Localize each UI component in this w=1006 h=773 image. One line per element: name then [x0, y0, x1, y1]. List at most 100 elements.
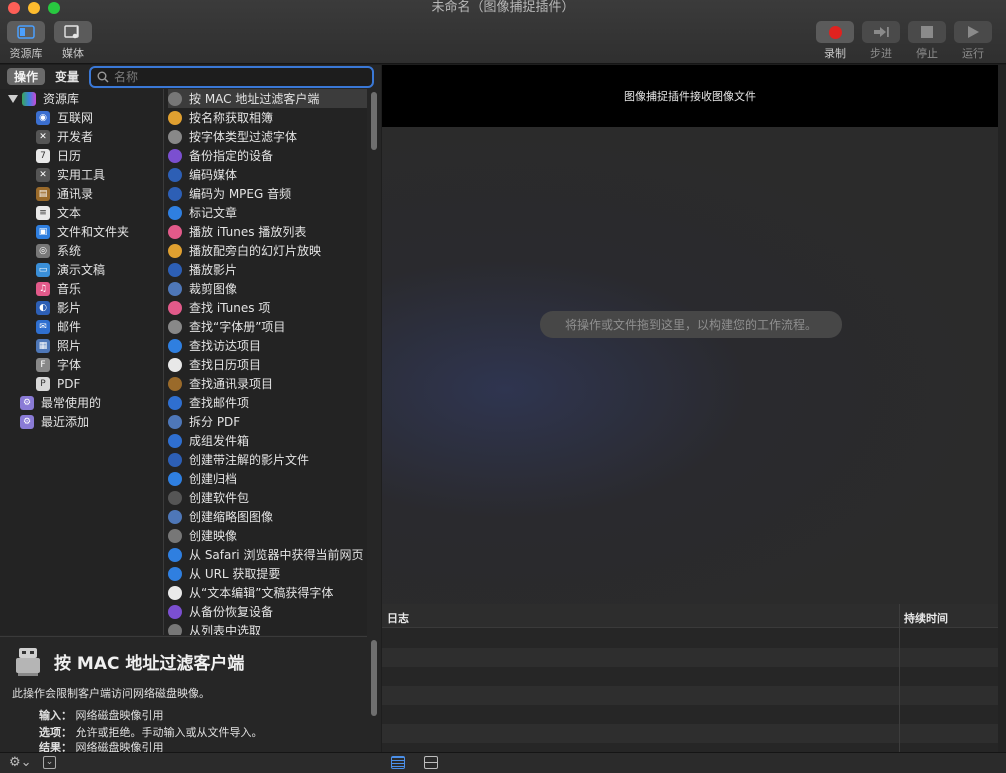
- library-toggle-button[interactable]: [7, 21, 45, 43]
- record-button[interactable]: [816, 21, 854, 43]
- search-field[interactable]: [89, 66, 374, 88]
- smart-group-most-used[interactable]: ⚙ 最常使用的: [20, 393, 101, 412]
- action-item[interactable]: 按 MAC 地址过滤客户端: [168, 89, 367, 108]
- category-label: 互联网: [57, 111, 94, 125]
- action-item[interactable]: 播放配旁白的幻灯片放映: [168, 241, 367, 260]
- action-item[interactable]: 创建归档: [168, 469, 367, 488]
- action-item[interactable]: 创建缩略图图像: [168, 507, 367, 526]
- toolbar: 未命名（图像捕捉插件） 资源库 媒体 录制 步进 停止 运行: [0, 0, 1006, 64]
- stop-button[interactable]: [908, 21, 946, 43]
- library-root[interactable]: 资源库: [8, 89, 79, 108]
- category-photos[interactable]: ▦ 照片: [36, 336, 81, 355]
- category-presentations[interactable]: ▭ 演示文稿: [36, 260, 105, 279]
- library-root-label: 资源库: [43, 92, 80, 106]
- action-item[interactable]: 查找访达项目: [168, 336, 367, 355]
- action-item[interactable]: 创建带注解的影片文件: [168, 450, 367, 469]
- run-button[interactable]: [954, 21, 992, 43]
- action-item[interactable]: 编码为 MPEG 音频: [168, 184, 367, 203]
- options-value: 允许或拒绝。手动输入或从文件导入。: [75, 726, 263, 739]
- action-icon: [168, 319, 182, 334]
- category-mail[interactable]: ✉ 邮件: [36, 317, 81, 336]
- description-title: 按 MAC 地址过滤客户端: [54, 654, 245, 674]
- category-developer[interactable]: ✕ 开发者: [36, 127, 93, 146]
- tab-variables[interactable]: 变量: [50, 68, 84, 85]
- action-item[interactable]: 创建软件包: [168, 488, 367, 507]
- show-description-toggle-icon[interactable]: ⌄: [43, 756, 56, 769]
- smart-folder-icon: ⚙: [20, 414, 34, 429]
- action-icon: [168, 471, 182, 486]
- action-icon: [168, 281, 182, 296]
- category-internet[interactable]: ◉ 互联网: [36, 108, 93, 127]
- action-label: 播放影片: [189, 263, 238, 277]
- tab-actions[interactable]: 操作: [7, 68, 45, 85]
- category-utilities[interactable]: ✕ 实用工具: [36, 165, 105, 184]
- action-item[interactable]: 从列表中选取: [168, 621, 367, 635]
- action-label: 按名称获取相簿: [189, 111, 274, 125]
- action-item[interactable]: 查找 iTunes 项: [168, 298, 367, 317]
- category-label: 日历: [57, 149, 82, 163]
- split-view-icon[interactable]: [424, 756, 438, 769]
- action-label: 从 URL 获取提要: [189, 567, 281, 581]
- action-item[interactable]: 按字体类型过滤字体: [168, 127, 367, 146]
- category-text[interactable]: ≡ 文本: [36, 203, 81, 222]
- action-item[interactable]: 播放 iTunes 播放列表: [168, 222, 367, 241]
- action-item[interactable]: 标记文章: [168, 203, 367, 222]
- action-item[interactable]: 备份指定的设备: [168, 146, 367, 165]
- action-item[interactable]: 裁剪图像: [168, 279, 367, 298]
- media-button[interactable]: [54, 21, 92, 43]
- action-label: 查找“字体册”项目: [189, 320, 286, 334]
- action-list-scrollbar[interactable]: [367, 89, 381, 635]
- library-bottom-bar: ⚙⌄ ⌄: [0, 752, 381, 773]
- action-item[interactable]: 从 Safari 浏览器中获得当前网页: [168, 545, 367, 564]
- action-label: 从列表中选取: [189, 624, 262, 635]
- action-item[interactable]: 从“文本编辑”文稿获得字体: [168, 583, 367, 602]
- duration-column-header[interactable]: 持续时间: [904, 610, 948, 626]
- action-item[interactable]: 从备份恢复设备: [168, 602, 367, 621]
- description-scroll-thumb[interactable]: [371, 640, 377, 716]
- disclosure-triangle-icon[interactable]: [8, 94, 18, 103]
- smart-group-recently-added[interactable]: ⚙ 最近添加: [20, 412, 89, 431]
- category-files-folders[interactable]: ▣ 文件和文件夹: [36, 222, 129, 241]
- list-view-icon[interactable]: [391, 756, 405, 769]
- category-music[interactable]: ♫ 音乐: [36, 279, 81, 298]
- action-item[interactable]: 查找邮件项: [168, 393, 367, 412]
- action-label: 按字体类型过滤字体: [189, 130, 298, 144]
- workflow-canvas[interactable]: [382, 127, 998, 604]
- gear-menu-icon[interactable]: ⚙⌄: [9, 755, 32, 770]
- action-icon: [168, 262, 182, 277]
- action-label: 查找 iTunes 项: [189, 301, 271, 315]
- action-item[interactable]: 查找日历项目: [168, 355, 367, 374]
- category-movies[interactable]: ◐ 影片: [36, 298, 81, 317]
- action-item[interactable]: 查找通讯录项目: [168, 374, 367, 393]
- stop-label: 停止: [916, 47, 938, 60]
- action-item[interactable]: 查找“字体册”项目: [168, 317, 367, 336]
- media-label: 媒体: [62, 47, 84, 60]
- action-item[interactable]: 编码媒体: [168, 165, 367, 184]
- description-options: 选项： 允许或拒绝。手动输入或从文件导入。: [39, 724, 263, 740]
- action-label: 拆分 PDF: [189, 415, 241, 429]
- system-icon: ◎: [36, 243, 50, 258]
- action-item[interactable]: 按名称获取相簿: [168, 108, 367, 127]
- category-system[interactable]: ◎ 系统: [36, 241, 81, 260]
- music-icon: ♫: [36, 281, 50, 296]
- category-contacts[interactable]: ▤ 通讯录: [36, 184, 93, 203]
- workflow-drop-hint: 将操作或文件拖到这里，以构建您的工作流程。: [540, 311, 842, 338]
- action-item[interactable]: 拆分 PDF: [168, 412, 367, 431]
- category-label: 系统: [57, 244, 82, 258]
- action-label: 成组发件箱: [189, 434, 250, 448]
- action-item[interactable]: 从 URL 获取提要: [168, 564, 367, 583]
- category-pdf[interactable]: P PDF: [36, 374, 80, 393]
- action-item[interactable]: 创建映像: [168, 526, 367, 545]
- search-input[interactable]: [114, 70, 354, 84]
- log-column-header[interactable]: 日志: [387, 610, 409, 626]
- action-label: 裁剪图像: [189, 282, 238, 296]
- action-icon: [168, 490, 182, 505]
- action-item[interactable]: 播放影片: [168, 260, 367, 279]
- step-button[interactable]: [862, 21, 900, 43]
- action-list-scroll-thumb[interactable]: [371, 92, 377, 150]
- category-fonts[interactable]: F 字体: [36, 355, 81, 374]
- action-item[interactable]: 成组发件箱: [168, 431, 367, 450]
- category-label: 影片: [57, 301, 82, 315]
- category-calendar[interactable]: 7 日历: [36, 146, 81, 165]
- category-label: PDF: [57, 376, 81, 391]
